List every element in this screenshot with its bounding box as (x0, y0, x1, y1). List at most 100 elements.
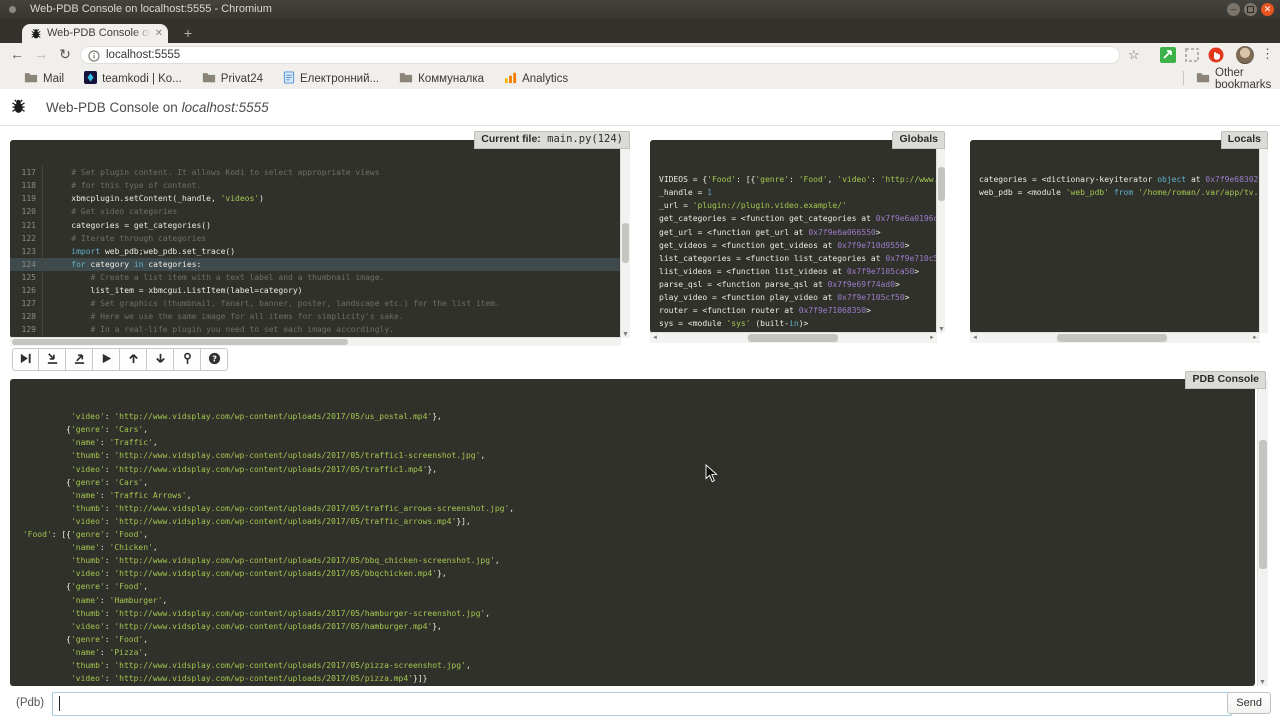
maximize-button-icon[interactable] (1244, 3, 1257, 16)
bookmark-item-6[interactable]: Analytics (504, 71, 568, 87)
window-titlebar: Web-PDB Console on localhost:5555 - Chro… (0, 0, 1280, 19)
globals-label: Globals (892, 131, 945, 149)
scrollbar-thumb[interactable] (1057, 334, 1167, 342)
code-line-122: 122 # Iterate through categories (10, 232, 621, 245)
browser-menu-icon[interactable]: ⋮ (1261, 46, 1274, 62)
kodi-icon (84, 71, 97, 87)
step-button[interactable] (39, 348, 66, 371)
global-variable-line: get_videos = <function get_videos at 0x7… (659, 239, 928, 252)
up-button[interactable] (120, 348, 147, 371)
console-output-line: 'video': 'http://www.vidsplay.com/wp-con… (18, 515, 1247, 528)
locals-lines: categories = <dictionary-keyiterator obj… (970, 166, 1260, 206)
mouse-cursor (705, 464, 718, 488)
scrollbar-thumb[interactable] (622, 223, 629, 263)
next-button[interactable] (12, 348, 39, 371)
line-number: 118 (10, 179, 43, 192)
step-icon (46, 352, 59, 368)
console-output-line: 'thumb': 'http://www.vidsplay.com/wp-con… (18, 659, 1247, 672)
app-icon (9, 6, 16, 13)
help-icon: ? (208, 352, 221, 368)
tab-title: Web-PDB Console on loca (47, 27, 151, 41)
url-text[interactable]: localhost:5555 (106, 49, 180, 61)
global-variable-line: sys = <module 'sys' (built-in)> (659, 317, 928, 330)
code-horizontal-scrollbar[interactable] (10, 337, 621, 346)
console-output-line: 'video': 'http://www.vidsplay.com/wp-con… (18, 567, 1247, 580)
console-output-line: 'thumb': 'http://www.vidsplay.com/wp-con… (18, 502, 1247, 515)
locals-vertical-scrollbar[interactable] (1259, 140, 1268, 333)
globals-panel: Globals VIDEOS = {'Food': [{'genre': 'Fo… (650, 131, 945, 343)
globals-horizontal-scrollbar[interactable]: ◄ ► (650, 332, 937, 343)
local-variable-line: web_pdb = <module 'web_pdb' from '/home/… (979, 186, 1251, 199)
command-input[interactable] (52, 692, 1232, 716)
scroll-down-icon[interactable]: ▼ (1258, 679, 1267, 686)
up-icon (127, 352, 140, 368)
forward-icon[interactable]: → (32, 46, 50, 62)
line-number: 117 (10, 166, 43, 179)
scroll-left-icon[interactable]: ◄ (652, 333, 658, 343)
pdb-prompt-label: (Pdb) (16, 697, 44, 709)
console-output-line: 'name': 'Pizza', (18, 646, 1247, 659)
close-button-icon[interactable]: ✕ (1261, 3, 1274, 16)
console-output-line: 'video': 'http://www.vidsplay.com/wp-con… (18, 620, 1247, 633)
other-bookmarks-button[interactable]: Other bookmarks (1196, 68, 1280, 89)
code-line-121: 121 categories = get_categories() (10, 219, 621, 232)
scrollbar-thumb[interactable] (1259, 440, 1267, 569)
code-vertical-scrollbar[interactable]: ▼ (620, 140, 630, 338)
where-button[interactable] (174, 348, 201, 371)
local-variable-line: categories = <dictionary-keyiterator obj… (979, 173, 1251, 186)
reload-icon[interactable]: ↻ (56, 46, 74, 63)
down-button[interactable] (147, 348, 174, 371)
new-tab-button[interactable]: + (176, 26, 200, 41)
scroll-down-icon[interactable]: ▼ (621, 331, 630, 338)
scroll-left-icon[interactable]: ◄ (972, 333, 978, 343)
profile-avatar[interactable] (1236, 46, 1254, 64)
bookmarks-bar: Mail teamkodi | Ko... Privat24 Електронний.… (0, 68, 1280, 90)
browser-tab[interactable]: Web-PDB Console on loca ✕ (22, 24, 168, 43)
back-icon[interactable]: ← (8, 46, 26, 62)
current-file-label: Current file: main.py(124) (474, 131, 630, 149)
selector-extension-icon[interactable] (1184, 47, 1200, 63)
return-button[interactable] (66, 348, 93, 371)
send-button[interactable]: Send (1227, 692, 1271, 714)
scrollbar-thumb[interactable] (12, 339, 348, 345)
red-circle-extension-icon[interactable] (1208, 47, 1224, 63)
prompt-row: (Pdb) Send (0, 690, 1280, 720)
window-title: Web-PDB Console on localhost:5555 - Chro… (30, 3, 272, 15)
scrollbar-thumb[interactable] (748, 334, 838, 342)
folder-icon (24, 71, 38, 86)
code-lines: 117 # Set plugin content. It allows Kodi… (10, 166, 621, 338)
scroll-right-icon[interactable]: ► (1252, 333, 1258, 343)
global-variable-line: router = <function router at 0x7f9e71068… (659, 304, 928, 317)
bookmark-item-5[interactable]: Коммуналка (399, 71, 484, 86)
current-file-panel: Current file: main.py(124) 117 # Set plu… (10, 131, 630, 346)
scroll-down-icon[interactable]: ▼ (937, 326, 946, 333)
bookmark-star-icon[interactable]: ☆ (1128, 47, 1140, 63)
console-lines: 'video': 'http://www.vidsplay.com/wp-con… (10, 405, 1255, 686)
line-number: 120 (10, 205, 43, 218)
info-icon[interactable] (88, 49, 100, 67)
globals-view: VIDEOS = {'Food': [{'genre': 'Food', 'vi… (650, 140, 937, 333)
folder-icon (202, 71, 216, 86)
bookmark-item-3[interactable]: Privat24 (202, 71, 263, 86)
address-bar[interactable]: localhost:5555 (80, 46, 1120, 64)
tab-strip: Web-PDB Console on loca ✕ + (0, 19, 1280, 43)
console-output-line: (Pdb) q (18, 685, 1247, 686)
locals-horizontal-scrollbar[interactable]: ◄ ► (970, 332, 1260, 343)
locals-label: Locals (1221, 131, 1268, 149)
continue-button[interactable] (93, 348, 120, 371)
green-arrow-extension-icon[interactable] (1160, 47, 1176, 63)
globals-vertical-scrollbar[interactable]: ▼ (936, 140, 945, 333)
bookmark-item-4[interactable]: Електронний... (283, 71, 379, 87)
scrollbar-thumb[interactable] (938, 167, 945, 201)
console-vertical-scrollbar[interactable]: ▲ ▼ (1257, 379, 1268, 686)
help-button[interactable]: ? (201, 348, 228, 371)
global-variable-line: VIDEOS = {'Food': [{'genre': 'Food', 'vi… (659, 173, 928, 186)
minimize-button-icon[interactable]: – (1227, 3, 1240, 16)
bookmark-item-1[interactable]: Mail (24, 71, 64, 86)
bookmark-item-2[interactable]: teamkodi | Ko... (84, 71, 182, 87)
scroll-right-icon[interactable]: ► (929, 333, 935, 343)
line-number: 129 (10, 323, 43, 336)
global-variable-line: play_video = <function play_video at 0x7… (659, 291, 928, 304)
console-output-line: 'name': 'Hamburger', (18, 594, 1247, 607)
tab-close-icon[interactable]: ✕ (155, 27, 163, 40)
